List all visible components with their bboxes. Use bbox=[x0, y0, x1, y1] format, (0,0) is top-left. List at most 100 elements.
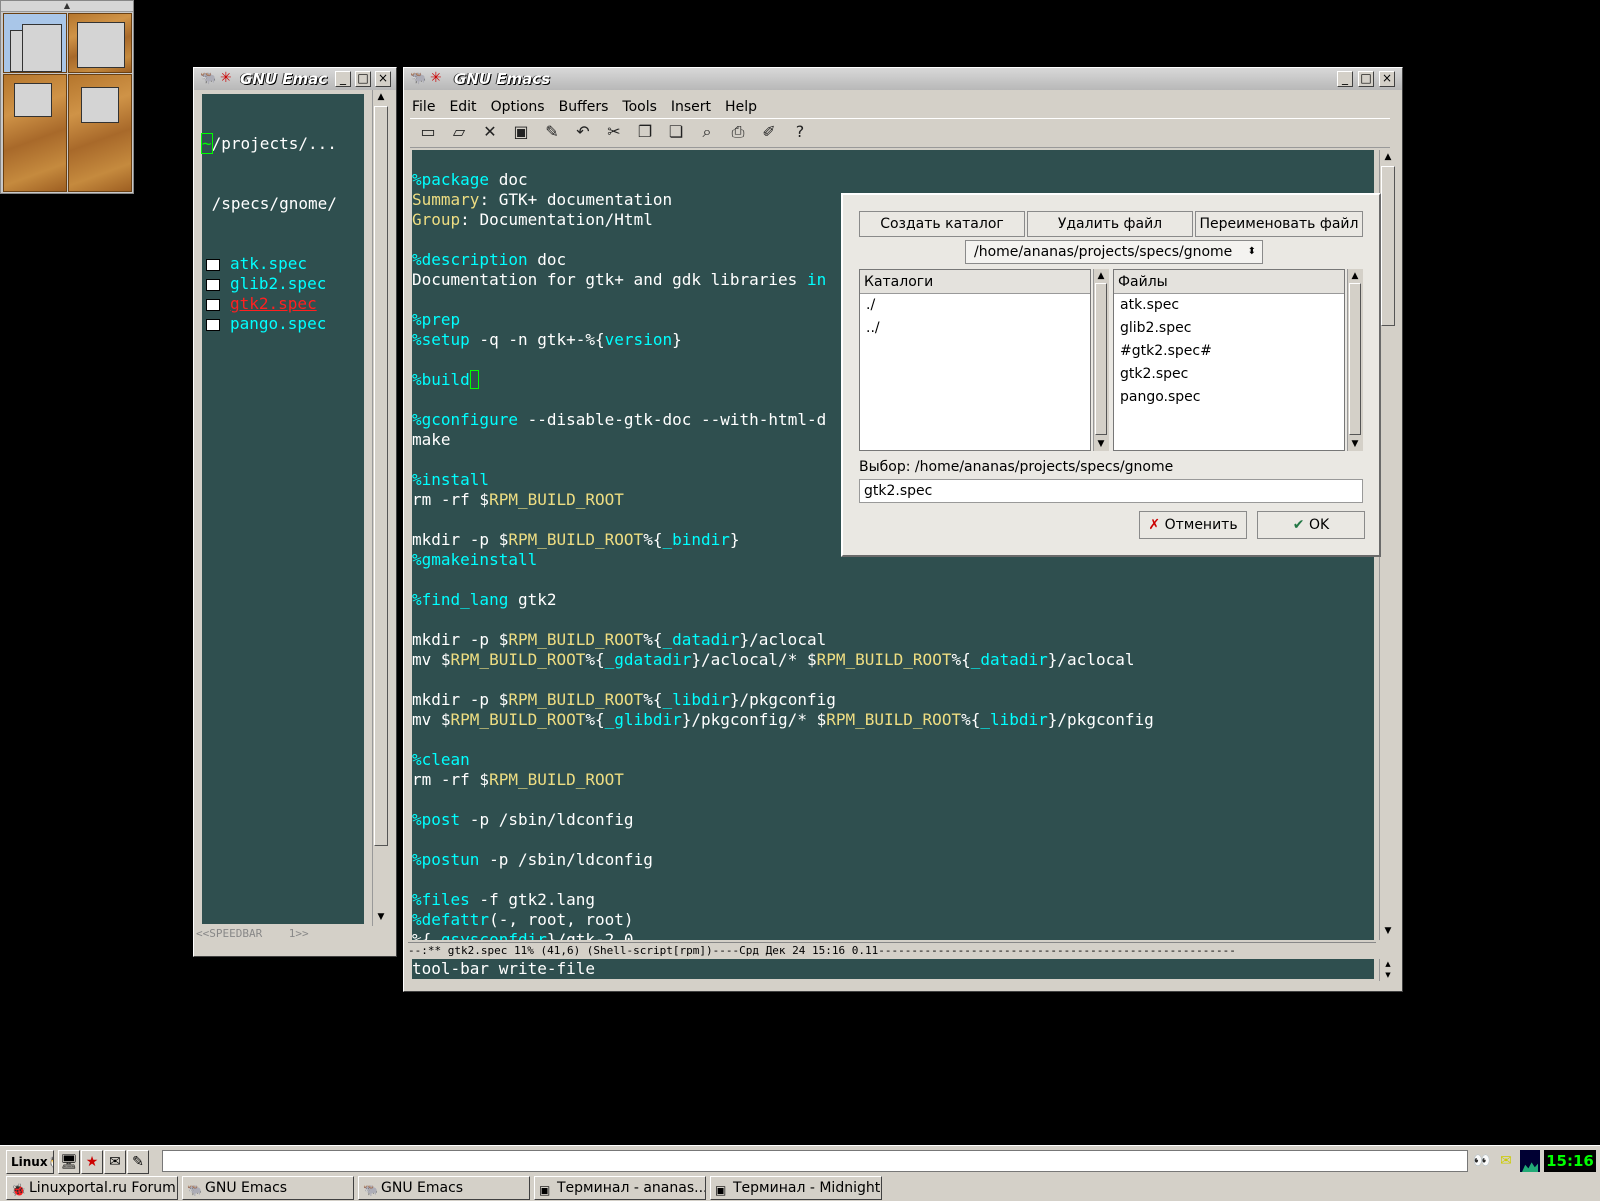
pager-desk-4[interactable] bbox=[68, 74, 132, 192]
speedbar-file-item[interactable]: atk.spec bbox=[202, 254, 364, 274]
files-scrollbar[interactable]: ▲ ▼ bbox=[1347, 269, 1363, 451]
task-button[interactable]: 🐃 GNU Emacs bbox=[182, 1176, 354, 1200]
save-icon[interactable]: ▣ bbox=[507, 119, 535, 145]
scroll-down-arrow[interactable]: ▼ bbox=[1348, 437, 1362, 451]
scroll-down-arrow[interactable]: ▼ bbox=[1381, 924, 1395, 938]
task-button[interactable]: ▣ Терминал - ananas... bbox=[534, 1176, 706, 1200]
dirs-header[interactable]: Каталоги bbox=[860, 270, 1090, 294]
undo-icon[interactable]: ↶ bbox=[569, 119, 597, 145]
eyes-applet-icon[interactable]: 👀 bbox=[1472, 1150, 1492, 1172]
speedbar-titlebar[interactable]: 🐃 ✳ GNU Emac... _ □ × bbox=[194, 68, 396, 90]
menu-tools[interactable]: Tools bbox=[622, 99, 657, 115]
dirs-scrollbar[interactable]: ▲ ▼ bbox=[1093, 269, 1109, 451]
scroll-down-arrow[interactable]: ▼ bbox=[1094, 437, 1108, 451]
sticky-icon[interactable]: ✳ bbox=[430, 70, 442, 86]
minimize-button[interactable]: _ bbox=[335, 71, 351, 87]
scroll-up-arrow[interactable]: ▲ bbox=[1381, 959, 1395, 969]
menu-buffers[interactable]: Buffers bbox=[559, 99, 609, 115]
minimize-button[interactable]: _ bbox=[1337, 71, 1353, 87]
paste-icon[interactable]: ❏ bbox=[662, 119, 690, 145]
selection-entry[interactable]: gtk2.spec bbox=[859, 479, 1363, 503]
close-buffer-icon[interactable]: ✕ bbox=[476, 119, 504, 145]
launcher-computer[interactable]: 🖥 bbox=[58, 1150, 80, 1174]
emacs-gnu-icon[interactable]: 🐃 bbox=[410, 71, 426, 86]
clock[interactable]: 15:16 bbox=[1544, 1150, 1596, 1172]
files-list[interactable]: Файлы atk.spec glib2.spec #gtk2.spec# gtk2.… bbox=[1113, 269, 1345, 451]
scroll-thumb[interactable] bbox=[1381, 166, 1395, 326]
file-item[interactable]: #gtk2.spec# bbox=[1114, 340, 1344, 363]
scroll-up-arrow[interactable]: ▲ bbox=[1381, 150, 1395, 164]
print-icon[interactable]: ⎙ bbox=[724, 119, 752, 145]
scroll-thumb[interactable] bbox=[374, 106, 388, 846]
run-command-input[interactable] bbox=[162, 1150, 1468, 1172]
task-button[interactable]: 🐃 GNU Emacs bbox=[358, 1176, 530, 1200]
file-item[interactable]: pango.spec bbox=[1114, 386, 1344, 409]
path-combo[interactable]: /home/ananas/projects/specs/gnome ⬍ bbox=[965, 240, 1263, 264]
launcher-editor[interactable]: ✎ bbox=[127, 1150, 149, 1174]
scroll-up-arrow[interactable]: ▲ bbox=[1348, 269, 1362, 283]
scroll-down-arrow[interactable]: ▼ bbox=[374, 910, 388, 924]
speedbar-file-item[interactable]: glib2.spec bbox=[202, 274, 364, 294]
new-file-icon[interactable]: ▭ bbox=[414, 119, 442, 145]
desktop-pager[interactable]: ▲ bbox=[0, 0, 134, 194]
launcher-star[interactable]: ★ bbox=[81, 1150, 103, 1174]
rename-file-button[interactable]: Переименовать файл bbox=[1195, 211, 1363, 237]
minibuffer-scrollbar[interactable]: ▲ ▼ bbox=[1379, 959, 1397, 981]
cancel-button[interactable]: ✗ Отменить bbox=[1139, 511, 1247, 539]
speedbar-file-item[interactable]: pango.spec bbox=[202, 314, 364, 334]
sticky-icon[interactable]: ✳ bbox=[220, 70, 232, 86]
file-icon[interactable] bbox=[206, 318, 220, 331]
emacs-titlebar[interactable]: 🐃 ✳ GNU Emacs _ □ × bbox=[404, 68, 1402, 90]
scroll-thumb[interactable] bbox=[1095, 283, 1107, 435]
dirs-list[interactable]: Каталоги ./../ bbox=[859, 269, 1091, 451]
create-dir-button[interactable]: Создать каталог bbox=[859, 211, 1025, 237]
menu-help[interactable]: Help bbox=[725, 99, 757, 115]
close-button[interactable]: × bbox=[1379, 71, 1395, 87]
file-item[interactable]: glib2.spec bbox=[1114, 317, 1344, 340]
speedbar-window[interactable]: 🐃 ✳ GNU Emac... _ □ × ~/projects/... /sp… bbox=[193, 67, 397, 957]
pager-desk-2[interactable] bbox=[68, 13, 132, 73]
file-icon[interactable] bbox=[206, 298, 220, 311]
menu-edit[interactable]: Edit bbox=[449, 99, 476, 115]
speedbar-file-item[interactable]: gtk2.spec bbox=[202, 294, 364, 314]
linux-menu-button[interactable]: Linux🐧 bbox=[6, 1150, 54, 1174]
ok-button[interactable]: ✔ OK bbox=[1257, 511, 1365, 539]
scroll-thumb[interactable] bbox=[1349, 283, 1361, 435]
copy-icon[interactable]: ❐ bbox=[631, 119, 659, 145]
help-icon[interactable]: ? bbox=[786, 119, 814, 145]
emacs-gnu-icon[interactable]: 🐃 bbox=[200, 71, 216, 86]
cpu-load-icon[interactable] bbox=[1520, 1150, 1540, 1172]
minibuffer[interactable]: tool-bar write-file bbox=[412, 959, 1374, 979]
scroll-down-arrow[interactable]: ▼ bbox=[1381, 970, 1395, 980]
menu-options[interactable]: Options bbox=[491, 99, 545, 115]
pager-desk-1[interactable] bbox=[3, 13, 67, 73]
open-folder-icon[interactable]: ▱ bbox=[445, 119, 473, 145]
scroll-up-arrow[interactable]: ▲ bbox=[1094, 269, 1108, 283]
speedbar-scrollbar[interactable]: ▲ ▼ bbox=[372, 90, 390, 926]
file-selection-dialog[interactable]: Создать каталог Удалить файл Переименова… bbox=[841, 193, 1381, 557]
speedbar-path-line[interactable]: ~/projects/... bbox=[201, 133, 364, 154]
editor-scrollbar[interactable]: ▲ ▼ bbox=[1379, 150, 1397, 940]
mail-notify-icon[interactable]: ✉ bbox=[1496, 1150, 1516, 1172]
customize-icon[interactable]: ✐ bbox=[755, 119, 783, 145]
launcher-mail[interactable]: ✉ bbox=[104, 1150, 126, 1174]
cut-icon[interactable]: ✂ bbox=[600, 119, 628, 145]
speedbar-content[interactable]: ~/projects/... /specs/gnome/ atk.spec gli… bbox=[201, 94, 364, 924]
save-as-icon[interactable]: ✎ bbox=[538, 119, 566, 145]
menu-insert[interactable]: Insert bbox=[671, 99, 711, 115]
scroll-up-arrow[interactable]: ▲ bbox=[374, 90, 388, 104]
task-button[interactable]: 🐞Linuxportal.ru Forum: ... bbox=[6, 1176, 178, 1200]
file-item[interactable]: gtk2.spec bbox=[1114, 363, 1344, 386]
task-button[interactable]: ▣ Терминал - Midnight... bbox=[710, 1176, 882, 1200]
file-icon[interactable] bbox=[206, 278, 220, 291]
dir-item[interactable]: ./ bbox=[860, 294, 1090, 317]
delete-file-button[interactable]: Удалить файл bbox=[1027, 211, 1193, 237]
maximize-button[interactable]: □ bbox=[355, 71, 371, 87]
close-button[interactable]: × bbox=[375, 71, 391, 87]
menu-file[interactable]: File bbox=[412, 99, 435, 115]
pager-grip[interactable]: ▲ bbox=[1, 1, 133, 12]
maximize-button[interactable]: □ bbox=[1358, 71, 1374, 87]
pager-desk-3[interactable] bbox=[3, 74, 67, 192]
file-item[interactable]: atk.spec bbox=[1114, 294, 1344, 317]
file-icon[interactable] bbox=[206, 258, 220, 271]
